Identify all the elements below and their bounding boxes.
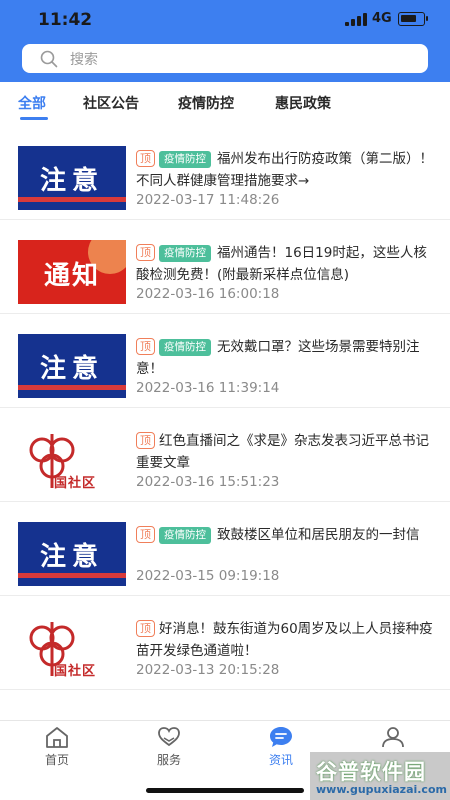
search-input[interactable]: 搜索	[22, 44, 428, 73]
search-placeholder: 搜索	[70, 52, 98, 68]
status-time: 11:42	[38, 10, 93, 30]
network-type: 4G	[372, 11, 392, 26]
nav-news-label: 资讯	[268, 753, 293, 767]
nav-service-label: 服务	[156, 753, 181, 767]
nav-home[interactable]: 首页	[27, 725, 87, 773]
category-tag: 疫情防控	[159, 339, 211, 356]
nav-service[interactable]: 服务	[139, 725, 199, 773]
news-item[interactable]: 注意 顶疫情防控 致鼓楼区单位和居民朋友的一封信 2022-03-15 09:19…	[0, 502, 450, 596]
home-icon	[46, 727, 68, 748]
thumbnail-label: 通知	[43, 261, 100, 291]
news-item[interactable]: 通知 顶疫情防控 福州通告！16日19时起，这些人核酸检测免费！(附最新采样点位信…	[0, 220, 450, 314]
news-date: 2022-03-15 09:19:18	[136, 568, 280, 584]
news-date: 2022-03-16 11:39:14	[136, 380, 280, 396]
news-title-block: 顶好消息！鼓东街道为60周岁及以上人员接种疫苗开发绿色通道啦！	[136, 618, 436, 662]
pinned-badge: 顶	[136, 432, 155, 449]
watermark-title: 谷普软件园	[316, 760, 426, 784]
news-item[interactable]: 国社区 顶好消息！鼓东街道为60周岁及以上人员接种疫苗开发绿色通道啦！ 2022…	[0, 596, 450, 690]
tab-community-notice[interactable]: 社区公告	[83, 93, 139, 113]
tab-epidemic-control[interactable]: 疫情防控	[178, 93, 234, 113]
pinned-badge: 顶	[136, 150, 155, 167]
watermark-url: www.gupuxiazai.com	[316, 783, 447, 796]
heart-hand-icon	[158, 727, 180, 747]
category-tag: 疫情防控	[159, 527, 211, 544]
news-title-block: 顶红色直播间之《求是》杂志发表习近平总书记重要文章	[136, 430, 436, 474]
battery-icon	[398, 12, 428, 26]
thumbnail-label: 国社区	[54, 664, 97, 679]
thumbnail-label: 注意	[39, 354, 104, 384]
news-title-block: 顶疫情防控 福州通告！16日19时起，这些人核酸检测免费！(附最新采样点位信息)	[136, 242, 436, 286]
chat-bubble-icon	[270, 727, 292, 747]
status-bar: 11:42 4G	[0, 0, 450, 38]
news-item[interactable]: 注意 顶疫情防控 无效戴口罩？这些场景需要特别注意！ 2022-03-16 11:…	[0, 314, 450, 408]
news-thumbnail: 国社区	[18, 616, 126, 680]
pinned-badge: 顶	[136, 338, 155, 355]
pinned-badge: 顶	[136, 244, 155, 261]
news-date: 2022-03-13 20:15:28	[136, 662, 280, 678]
category-tabs: 全部 社区公告 疫情防控 惠民政策	[0, 82, 450, 126]
news-list: 注意 顶疫情防控 福州发布出行防疫政策（第二版）！不同人群健康管理措施要求→ 20…	[0, 126, 450, 720]
news-title-block: 顶疫情防控 福州发布出行防疫政策（第二版）！不同人群健康管理措施要求→	[136, 148, 436, 192]
nav-home-label: 首页	[44, 753, 69, 767]
news-thumbnail: 注意	[18, 334, 126, 398]
news-date: 2022-03-17 11:48:26	[136, 192, 280, 208]
thumbnail-label: 注意	[39, 166, 104, 196]
category-tag: 疫情防控	[159, 245, 211, 262]
nav-news[interactable]: 资讯	[251, 725, 311, 773]
search-icon	[40, 50, 58, 68]
news-thumbnail: 注意	[18, 146, 126, 210]
active-tab-indicator	[20, 117, 48, 120]
thumbnail-label: 注意	[39, 542, 104, 572]
news-item[interactable]: 注意 顶疫情防控 福州发布出行防疫政策（第二版）！不同人群健康管理措施要求→ 20…	[0, 126, 450, 220]
news-title-block: 顶疫情防控 无效戴口罩？这些场景需要特别注意！	[136, 336, 436, 380]
news-title-block: 顶疫情防控 致鼓楼区单位和居民朋友的一封信	[136, 524, 436, 546]
news-thumbnail: 通知	[18, 240, 126, 304]
watermark-logo: 谷普软件园 www.gupuxiazai.com	[310, 752, 450, 800]
news-date: 2022-03-16 15:51:23	[136, 474, 280, 490]
signal-icon	[345, 13, 367, 26]
news-item[interactable]: 国社区 顶红色直播间之《求是》杂志发表习近平总书记重要文章 2022-03-16…	[0, 408, 450, 502]
news-thumbnail: 国社区	[18, 428, 126, 492]
news-title: 好消息！鼓东街道为60周岁及以上人员接种疫苗开发绿色通道啦！	[136, 621, 433, 659]
news-title: 红色直播间之《求是》杂志发表习近平总书记重要文章	[136, 433, 429, 471]
pinned-badge: 顶	[136, 620, 155, 637]
pinned-badge: 顶	[136, 526, 155, 543]
tab-all[interactable]: 全部	[18, 93, 46, 113]
header: 11:42 4G 搜索	[0, 0, 450, 82]
news-title: 致鼓楼区单位和居民朋友的一封信	[217, 527, 420, 543]
home-indicator[interactable]	[146, 788, 304, 793]
category-tag: 疫情防控	[159, 151, 211, 168]
news-thumbnail: 注意	[18, 522, 126, 586]
news-date: 2022-03-16 16:00:18	[136, 286, 280, 302]
user-icon	[382, 727, 404, 748]
tab-benefit-policy[interactable]: 惠民政策	[275, 93, 331, 113]
thumbnail-label: 国社区	[54, 476, 97, 491]
